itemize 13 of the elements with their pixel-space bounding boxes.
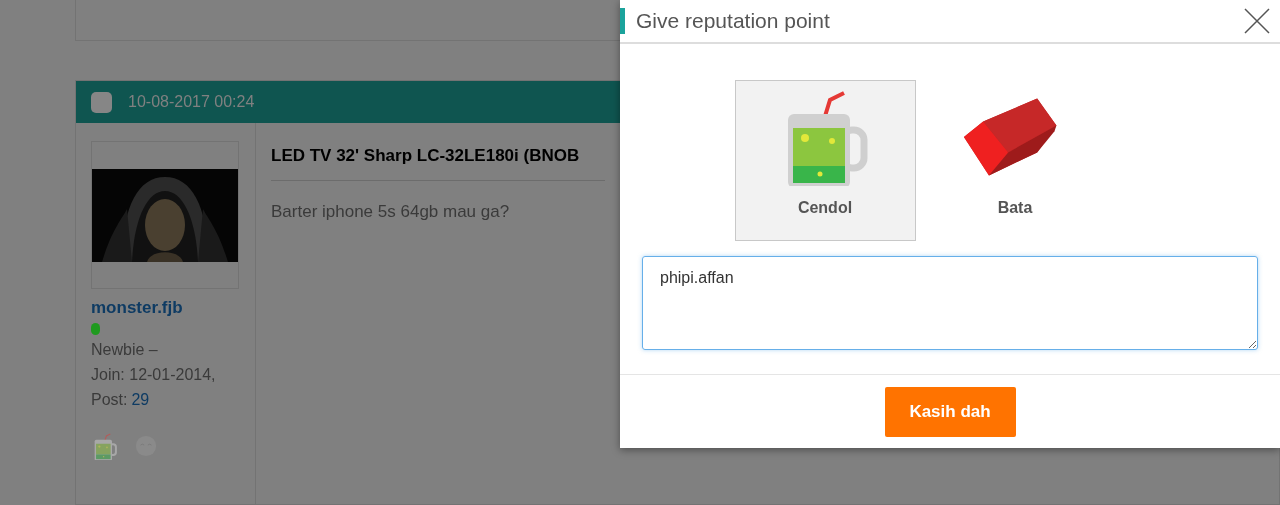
accent-bar: [620, 8, 625, 34]
message-field[interactable]: phipi.affan: [642, 256, 1258, 350]
checkbox[interactable]: [91, 91, 112, 113]
close-icon[interactable]: [1244, 8, 1270, 34]
post-body: Barter iphone 5s 64gb mau ga?: [271, 201, 511, 223]
post-title: LED TV 32' Sharp LC-32LE180i (BNOB: [271, 145, 581, 167]
post-label: Post:: [91, 390, 128, 410]
post-date: 10-08-2017 00:24: [128, 92, 255, 112]
reputation-option[interactable]: Cendol: [734, 80, 916, 241]
dialog-title: Give reputation point: [636, 8, 831, 35]
user-rank: Newbie –: [91, 340, 159, 360]
reputation-option[interactable]: Bata: [924, 80, 1106, 241]
join-date: Join: 12-01-2014,: [91, 365, 217, 385]
